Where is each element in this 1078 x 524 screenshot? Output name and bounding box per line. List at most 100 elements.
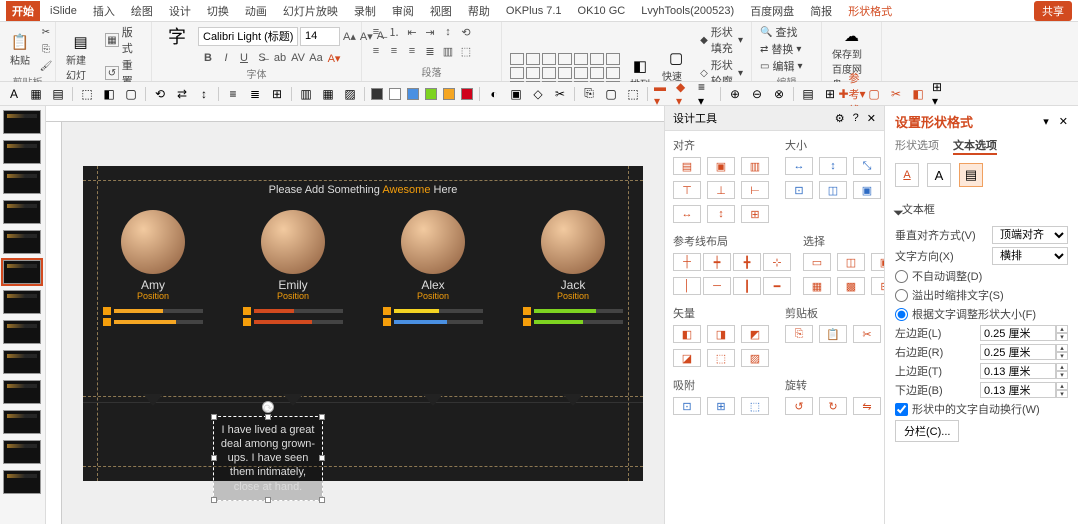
tab-baidu[interactable]: 百度网盘 bbox=[744, 1, 800, 21]
align-btn[interactable]: ⊤ bbox=[673, 181, 701, 199]
avatar[interactable] bbox=[261, 210, 325, 274]
align-btn[interactable]: ⊥ bbox=[707, 181, 735, 199]
tab-view[interactable]: 视图 bbox=[424, 1, 458, 21]
guide-btn[interactable]: ┃ bbox=[733, 277, 761, 295]
line-spacing-button[interactable]: ↕ bbox=[440, 24, 456, 40]
text-dir-button[interactable]: ⟲ bbox=[458, 24, 474, 40]
color-chip[interactable] bbox=[407, 88, 419, 100]
qat-guides[interactable]: ✚ 参考线 ▾ bbox=[844, 86, 860, 102]
avatar[interactable] bbox=[121, 210, 185, 274]
qat-icon[interactable]: ⊖ bbox=[749, 86, 765, 102]
qat-icon[interactable]: ⊞ ▾ bbox=[932, 86, 948, 102]
vec-btn[interactable]: ▨ bbox=[741, 349, 769, 367]
grow-font-icon[interactable]: A▴ bbox=[342, 28, 357, 44]
qat-icon[interactable]: ▬ ▾ bbox=[654, 86, 670, 102]
radio-no-autofit[interactable]: 不自动调整(D) bbox=[895, 268, 982, 284]
qat-icon[interactable]: ▨ bbox=[342, 86, 358, 102]
spacing-button[interactable]: AV bbox=[290, 50, 306, 66]
qat-icon[interactable]: ▣ bbox=[508, 86, 524, 102]
font-size-select[interactable] bbox=[300, 27, 340, 46]
numbering-button[interactable]: ⒈ bbox=[386, 24, 402, 40]
settings-icon[interactable]: ⚙ bbox=[835, 112, 845, 125]
color-chip[interactable] bbox=[443, 88, 455, 100]
snap-btn[interactable]: ⬚ bbox=[741, 397, 769, 415]
tab-trans[interactable]: 切换 bbox=[201, 1, 235, 21]
size-btn[interactable]: ⤡ bbox=[853, 157, 881, 175]
thumb-7[interactable] bbox=[3, 290, 41, 314]
spin-down[interactable]: ▾ bbox=[1056, 371, 1068, 379]
sel-btn[interactable]: ⊞ bbox=[871, 277, 884, 295]
section-textbox[interactable]: 文本框 bbox=[895, 195, 1068, 223]
tab-lvyh[interactable]: LvyhTools(200523) bbox=[635, 3, 740, 19]
tab-start[interactable]: 开始 bbox=[6, 1, 40, 21]
guide-btn[interactable]: ━ bbox=[763, 277, 791, 295]
slide-thumbnails[interactable] bbox=[0, 106, 46, 524]
size-btn[interactable]: ▣ bbox=[853, 181, 881, 199]
vec-btn[interactable]: ⬚ bbox=[707, 349, 735, 367]
spin-down[interactable]: ▾ bbox=[1056, 352, 1068, 360]
qat-icon[interactable]: A bbox=[6, 86, 22, 102]
sel-btn[interactable]: ▦ bbox=[803, 277, 831, 295]
snap-btn[interactable]: ⊡ bbox=[673, 397, 701, 415]
strike-button[interactable]: S̶ bbox=[254, 50, 270, 66]
tab-draw[interactable]: 绘图 bbox=[125, 1, 159, 21]
member-3[interactable]: AlexPosition bbox=[373, 210, 493, 326]
margin-left-input[interactable] bbox=[980, 325, 1056, 341]
pb-btn[interactable]: 📋 bbox=[819, 325, 847, 343]
tab-record[interactable]: 录制 bbox=[348, 1, 382, 21]
qat-icon[interactable]: ◧ bbox=[101, 86, 117, 102]
vec-btn[interactable]: ◩ bbox=[741, 325, 769, 343]
qat-icon[interactable]: ✂ bbox=[888, 86, 904, 102]
indent-dec-button[interactable]: ⇤ bbox=[404, 24, 420, 40]
qat-icon[interactable]: ◐ bbox=[486, 86, 502, 102]
size-btn[interactable]: ↔ bbox=[785, 157, 813, 175]
margin-bottom-input[interactable] bbox=[980, 382, 1056, 398]
guide-btn[interactable]: ╋ bbox=[733, 253, 761, 271]
vec-btn[interactable]: ◨ bbox=[707, 325, 735, 343]
thumb-2[interactable] bbox=[3, 140, 41, 164]
spin-up[interactable]: ▴ bbox=[1056, 325, 1068, 333]
thumb-4[interactable] bbox=[3, 200, 41, 224]
spin-down[interactable]: ▾ bbox=[1056, 390, 1068, 398]
tab-brief[interactable]: 简报 bbox=[804, 1, 838, 21]
qat-icon[interactable]: ▢ bbox=[603, 86, 619, 102]
qat-icon[interactable]: ⊞ bbox=[269, 86, 285, 102]
tab-show[interactable]: 幻灯片放映 bbox=[277, 1, 344, 21]
close-icon[interactable]: ✕ bbox=[867, 112, 876, 125]
member-1[interactable]: AmyPosition bbox=[93, 210, 213, 326]
rot-btn[interactable]: ↺ bbox=[785, 397, 813, 415]
wrap-checkbox[interactable]: 形状中的文字自动换行(W) bbox=[895, 401, 1040, 417]
tab-islide[interactable]: iSlide bbox=[44, 3, 83, 19]
qat-icon[interactable]: ≣ bbox=[247, 86, 263, 102]
close-icon[interactable]: ✕ bbox=[1059, 115, 1068, 128]
qat-icon[interactable]: ⊕ bbox=[727, 86, 743, 102]
tab-okplus[interactable]: OKPlus 7.1 bbox=[500, 3, 568, 19]
font-color-button[interactable]: A▾ bbox=[326, 50, 342, 66]
align-btn[interactable]: ▥ bbox=[741, 157, 769, 175]
avatar[interactable] bbox=[401, 210, 465, 274]
slide-title[interactable]: Please Add Something Awesome Here bbox=[83, 166, 643, 196]
tab-insert[interactable]: 插入 bbox=[87, 1, 121, 21]
thumb-1[interactable] bbox=[3, 110, 41, 134]
qat-icon[interactable]: ▢ bbox=[123, 86, 139, 102]
tab-ok10[interactable]: OK10 GC bbox=[572, 3, 632, 19]
size-btn[interactable]: ◫ bbox=[819, 181, 847, 199]
find-button[interactable]: 🔍 查找 bbox=[758, 24, 804, 40]
qat-icon[interactable]: ▦ bbox=[28, 86, 44, 102]
qat-icon[interactable]: ⟲ bbox=[152, 86, 168, 102]
rot-btn[interactable]: ↻ bbox=[819, 397, 847, 415]
thumb-3[interactable] bbox=[3, 170, 41, 194]
font-family-select[interactable] bbox=[198, 27, 298, 46]
format-painter-icon[interactable]: 🖌 bbox=[38, 58, 54, 74]
member-2[interactable]: EmilyPosition bbox=[233, 210, 353, 326]
cut-icon[interactable]: ✂ bbox=[38, 24, 54, 40]
radio-shrink[interactable]: 溢出时缩排文字(S) bbox=[895, 287, 1004, 303]
spin-down[interactable]: ▾ bbox=[1056, 333, 1068, 341]
align-btn[interactable]: ⊢ bbox=[741, 181, 769, 199]
tab-review[interactable]: 审阅 bbox=[386, 1, 420, 21]
rotate-handle[interactable]: ⟳ bbox=[262, 401, 274, 413]
dir-select[interactable]: 横排 bbox=[992, 247, 1068, 265]
select-button[interactable]: ▭ 编辑 ▾ bbox=[758, 58, 804, 74]
thumb-12[interactable] bbox=[3, 440, 41, 464]
align-btn[interactable]: ↔ bbox=[673, 205, 701, 223]
